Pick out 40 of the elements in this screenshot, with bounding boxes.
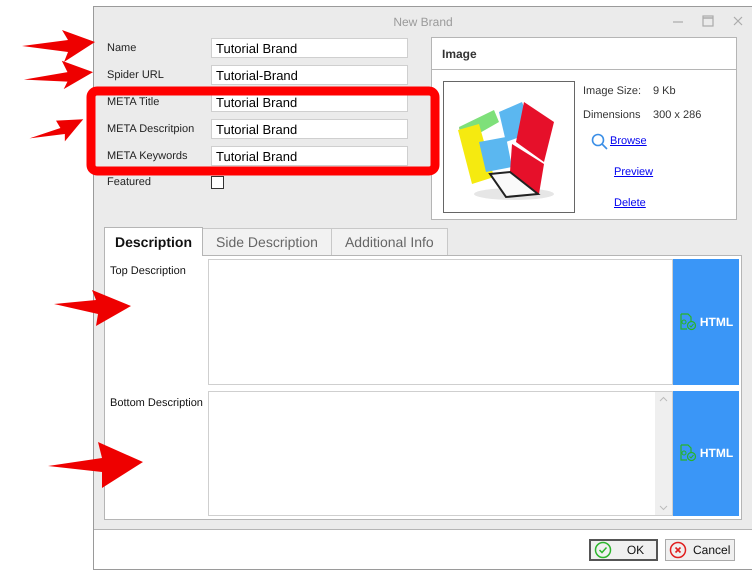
info-label: Dimensions	[583, 108, 642, 122]
tab[interactable]: Side Description	[203, 228, 332, 255]
info-label: Image Size:	[583, 84, 642, 99]
link[interactable]: Browse	[610, 133, 647, 150]
info-value: 300 x 286	[653, 108, 702, 122]
text-field[interactable]: Tutorial Brand	[211, 119, 408, 139]
text-area[interactable]	[208, 390, 673, 516]
scroll-down-icon[interactable]	[659, 505, 668, 511]
field-label: Bottom Description	[110, 396, 204, 410]
scroll-up-icon[interactable]	[659, 396, 668, 402]
link[interactable]: Delete	[614, 194, 646, 211]
close-icon[interactable]	[732, 15, 744, 27]
arrow-icon	[52, 288, 132, 328]
maximize-icon[interactable]	[702, 15, 714, 27]
text-area[interactable]	[208, 259, 673, 384]
text-field[interactable]: Tutorial Brand	[211, 38, 408, 58]
document-check-icon	[678, 312, 697, 331]
field-label: Spider URL	[107, 68, 165, 83]
field-label: META Title	[107, 94, 160, 110]
tab[interactable]: Additional Info	[332, 228, 448, 255]
check-icon	[594, 540, 612, 558]
tab[interactable]: Description	[104, 227, 204, 256]
cancel-icon	[669, 540, 687, 558]
featured-checkbox[interactable]	[211, 176, 224, 189]
ok-button[interactable]: OK	[589, 538, 658, 560]
text-field[interactable]: Tutorial Brand	[211, 146, 408, 166]
document-check-icon	[678, 444, 697, 462]
text-field[interactable]: Tutorial-Brand	[211, 65, 408, 85]
field-label: Featured	[107, 175, 152, 190]
search-icon	[591, 133, 608, 150]
scrollbar[interactable]	[655, 392, 672, 515]
cancel-button[interactable]: Cancel	[665, 538, 735, 560]
field-label: Name	[107, 40, 138, 56]
field-label: META Keywords	[107, 148, 188, 164]
window-title: New Brand	[393, 14, 453, 31]
panel-title: Image	[442, 46, 477, 62]
info-value: 9 Kb	[653, 84, 676, 99]
field-label: META Descritpion	[107, 122, 196, 137]
field-label: Top Description	[110, 264, 187, 279]
link[interactable]: Preview	[614, 164, 654, 180]
